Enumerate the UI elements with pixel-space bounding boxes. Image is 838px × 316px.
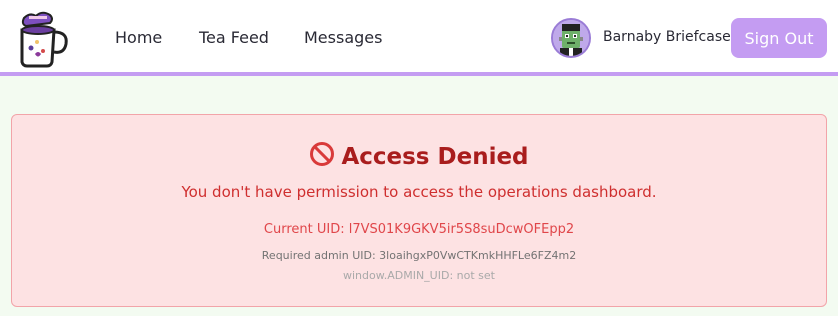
avatar[interactable] — [551, 18, 591, 58]
window-admin-uid: window.ADMIN_UID: not set — [343, 269, 495, 282]
alert-title: Access Denied — [12, 141, 826, 173]
required-admin-uid: Required admin UID: 3loaihgxP0VwCTKmkHHF… — [261, 249, 577, 262]
current-uid: Current UID: l7VS01K9GKV5ir5S8suDcwOFEpp… — [263, 222, 575, 237]
access-denied-alert: Access Denied You don't have permission … — [11, 114, 827, 307]
navbar: Home Tea Feed Messages Barnaby Briefcase… — [0, 0, 838, 76]
nav-link-home[interactable]: Home — [115, 28, 162, 47]
alert-message: You don't have permission to access the … — [181, 183, 657, 201]
user-name: Barnaby Briefcase — [603, 29, 731, 45]
sign-out-button[interactable]: Sign Out — [731, 18, 827, 58]
no-entry-icon — [309, 141, 335, 173]
frankenstein-avatar-icon — [553, 20, 589, 56]
nav-link-tea-feed[interactable]: Tea Feed — [199, 28, 269, 47]
nav-link-messages[interactable]: Messages — [304, 28, 382, 47]
alert-title-text: Access Denied — [341, 144, 529, 170]
tea-mug-logo-icon[interactable] — [14, 8, 70, 68]
